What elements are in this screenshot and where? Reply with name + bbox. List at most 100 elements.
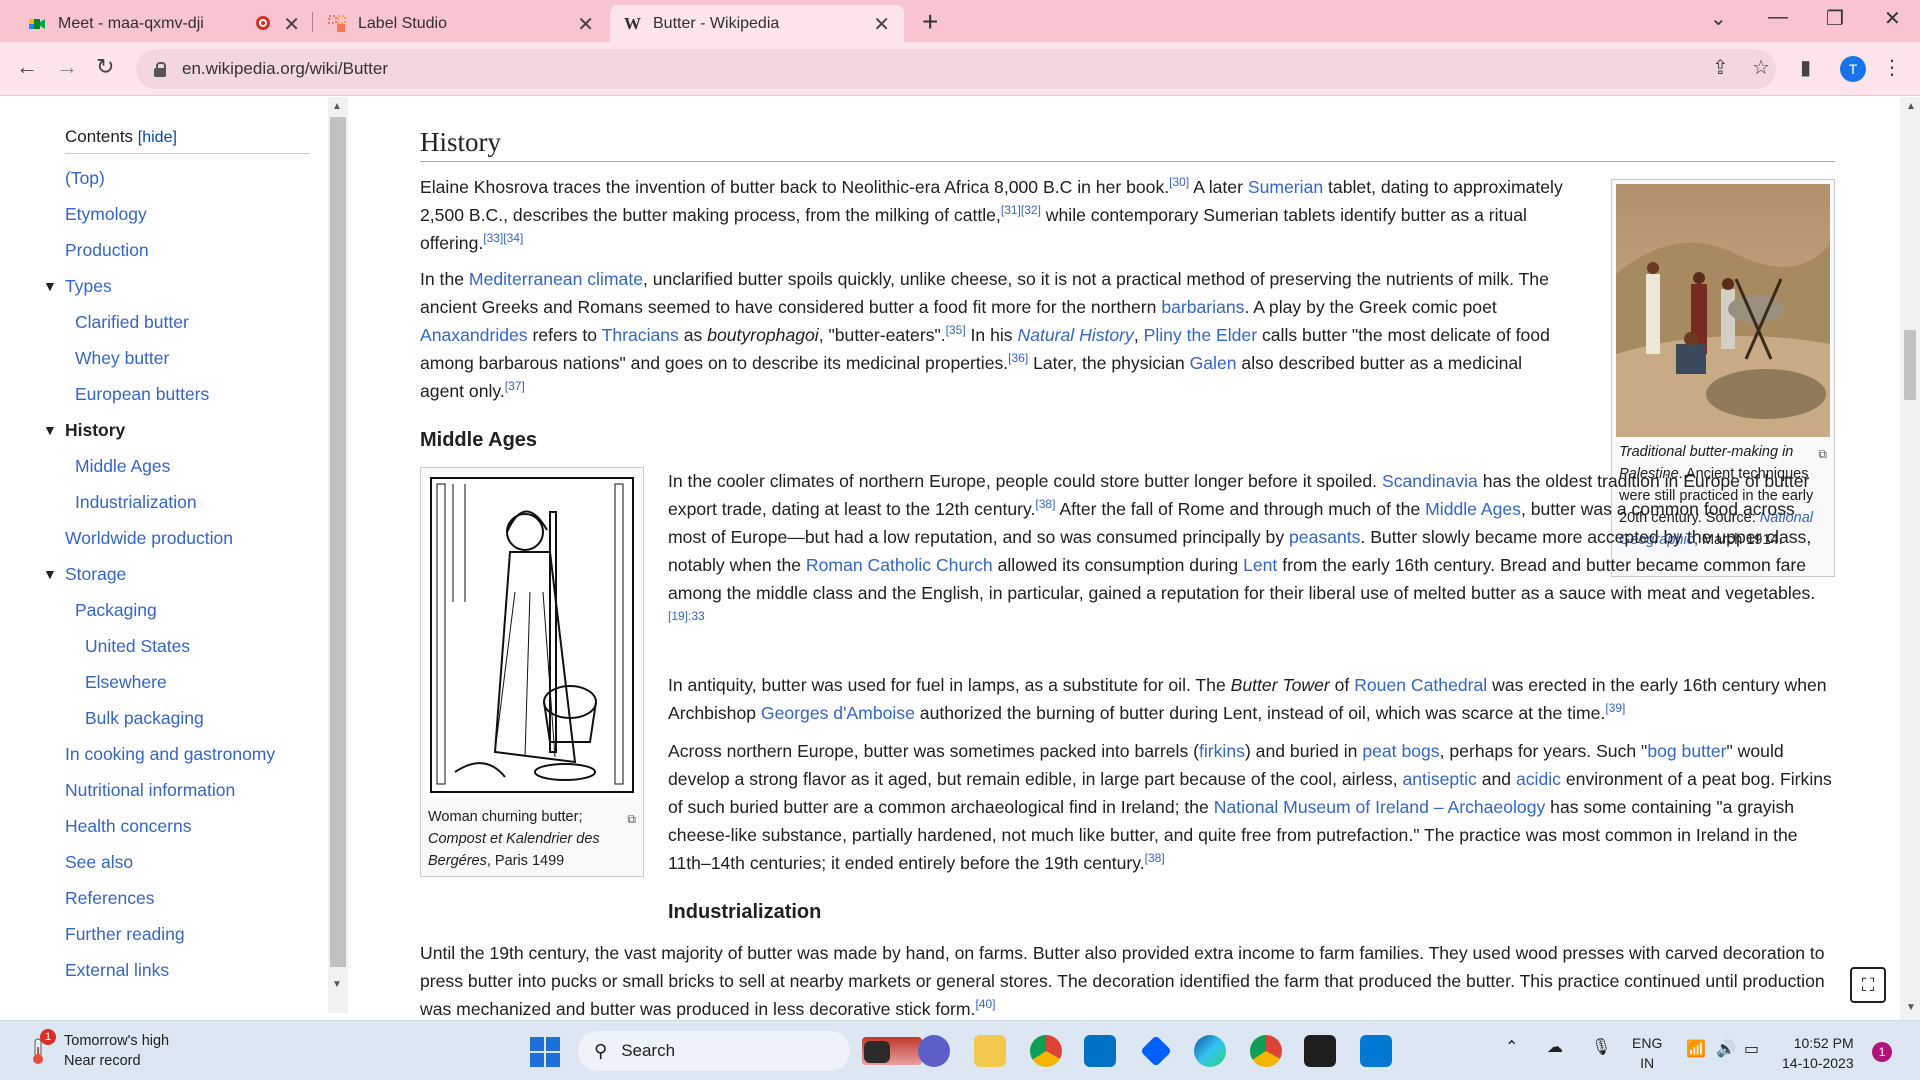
citation-37[interactable]: [37] <box>505 379 525 393</box>
terminal-icon[interactable] <box>1304 1035 1336 1067</box>
link-antiseptic[interactable]: antiseptic <box>1402 769 1476 789</box>
tab-meet[interactable]: Meet - maa-qxmv-dji ✕ <box>14 5 314 42</box>
reload-icon[interactable]: ↻ <box>96 54 114 80</box>
chevron-down-icon[interactable]: ▼ <box>43 556 57 592</box>
microphone-icon[interactable]: 🎙 <box>1591 1037 1611 1057</box>
profile-avatar[interactable]: T <box>1840 56 1866 82</box>
palestine-butter-making-image[interactable] <box>1616 184 1830 437</box>
share-icon[interactable]: ⇪ <box>1712 55 1729 80</box>
chrome-icon[interactable] <box>1030 1035 1062 1067</box>
scroll-up-arrow-icon[interactable]: ▲ <box>332 101 342 112</box>
toc-item-nutritional-information[interactable]: Nutritional information <box>65 772 310 808</box>
windows-start-icon[interactable] <box>530 1037 560 1067</box>
toc-item-health-concerns[interactable]: Health concerns <box>65 808 310 844</box>
toc-item-united-states[interactable]: United States <box>65 628 310 664</box>
link-roman-catholic-church[interactable]: Roman Catholic Church <box>806 555 993 575</box>
link-georges-damboise[interactable]: Georges d'Amboise <box>761 703 915 723</box>
scroll-up-arrow-icon[interactable]: ▲ <box>1906 101 1916 112</box>
chevron-up-icon[interactable]: ⌃ <box>1505 1037 1518 1057</box>
toc-item-whey-butter[interactable]: Whey butter <box>65 340 310 376</box>
woman-churning-butter-image[interactable] <box>425 472 639 798</box>
volume-icon[interactable]: 🔊 <box>1716 1039 1736 1059</box>
back-arrow-icon[interactable]: ← <box>16 54 38 80</box>
toc-item-worldwide-production[interactable]: Worldwide production <box>65 520 310 556</box>
link-sumerian[interactable]: Sumerian <box>1248 177 1323 197</box>
toc-item-further-reading[interactable]: Further reading <box>65 916 310 952</box>
close-tab-icon[interactable]: ✕ <box>283 12 300 37</box>
link-anaxandrides[interactable]: Anaxandrides <box>420 325 528 345</box>
link-acidic[interactable]: acidic <box>1516 769 1561 789</box>
toc-item-clarified-butter[interactable]: Clarified butter <box>65 304 310 340</box>
link-natural-history[interactable]: Natural History <box>1017 325 1133 345</box>
close-window-icon[interactable]: ✕ <box>1884 6 1901 31</box>
link-mediterranean-climate[interactable]: Mediterranean climate <box>469 269 643 289</box>
link-scandinavia[interactable]: Scandinavia <box>1382 471 1478 491</box>
link-middle-ages[interactable]: Middle Ages <box>1425 499 1521 519</box>
toc-item-external-links[interactable]: External links <box>65 952 310 988</box>
taskbar-search[interactable]: ⚲ Search <box>578 1031 850 1071</box>
minimize-icon[interactable]: — <box>1768 6 1788 29</box>
citation-35[interactable]: [35] <box>946 323 966 337</box>
close-tab-icon[interactable]: ✕ <box>873 12 890 37</box>
toc-item-storage[interactable]: ▼ Storage <box>43 556 310 592</box>
link-lent[interactable]: Lent <box>1243 555 1277 575</box>
toc-hide-link[interactable]: [hide] <box>138 129 177 146</box>
notification-badge[interactable]: 1 <box>1872 1042 1892 1062</box>
page-scrollbar-thumb[interactable] <box>1904 330 1916 400</box>
link-galen[interactable]: Galen <box>1190 353 1237 373</box>
citation-36[interactable]: [36] <box>1008 351 1028 365</box>
bookmark-star-icon[interactable]: ☆ <box>1752 55 1770 80</box>
onedrive-cloud-icon[interactable]: ☁ <box>1547 1037 1563 1057</box>
toc-item-elsewhere[interactable]: Elsewhere <box>65 664 310 700</box>
chevron-down-icon[interactable]: ▼ <box>43 412 57 448</box>
toc-item-european-butters[interactable]: European butters <box>65 376 310 412</box>
weather-widget[interactable]: 1 Tomorrow's high Near record <box>24 1029 169 1071</box>
lock-icon[interactable] <box>154 62 166 77</box>
citation-38[interactable]: [38] <box>1035 497 1055 511</box>
toc-item-middle-ages[interactable]: Middle Ages <box>65 448 310 484</box>
toc-item-industrialization[interactable]: Industrialization <box>65 484 310 520</box>
citation-30[interactable]: [30] <box>1169 175 1189 189</box>
link-firkins[interactable]: firkins <box>1199 741 1245 761</box>
toc-item-cooking[interactable]: In cooking and gastronomy <box>65 736 310 772</box>
chevron-down-icon[interactable]: ▼ <box>43 268 57 304</box>
citation-38[interactable]: [38] <box>1145 851 1165 865</box>
toc-item-bulk-packaging[interactable]: Bulk packaging <box>65 700 310 736</box>
new-tab-button[interactable]: + <box>922 6 938 38</box>
citation-39[interactable]: [39] <box>1605 701 1625 715</box>
mail-icon[interactable] <box>1084 1035 1116 1067</box>
chrome-profile-icon[interactable] <box>1250 1035 1282 1067</box>
tab-butter-wikipedia[interactable]: W Butter - Wikipedia ✕ <box>610 5 904 42</box>
page-scrollbar[interactable]: ▲ ▼ <box>1900 97 1920 1020</box>
link-bog-butter[interactable]: bog butter <box>1647 741 1726 761</box>
link-pliny-the-elder[interactable]: Pliny the Elder <box>1144 325 1257 345</box>
citation-31-32[interactable]: [31][32] <box>1001 203 1041 217</box>
scroll-down-arrow-icon[interactable]: ▼ <box>332 979 342 990</box>
tab-label-studio[interactable]: Label Studio ✕ <box>314 5 608 42</box>
language-indicator[interactable]: ENG IN <box>1632 1033 1662 1073</box>
enlarge-icon[interactable]: ⧉ <box>1818 443 1827 465</box>
address-bar[interactable]: en.wikipedia.org/wiki/Butter <box>136 49 1776 89</box>
clock[interactable]: 10:52 PM 14-10-2023 <box>1782 1033 1854 1073</box>
toc-item-packaging[interactable]: Packaging <box>65 592 310 628</box>
link-peasants[interactable]: peasants <box>1289 527 1360 547</box>
toc-scrollbar[interactable]: ▲ ▼ <box>328 97 348 1013</box>
maximize-icon[interactable]: ❐ <box>1826 6 1844 31</box>
toc-item-see-also[interactable]: See also <box>65 844 310 880</box>
edge-icon[interactable] <box>1194 1035 1226 1067</box>
close-tab-icon[interactable]: ✕ <box>577 12 594 37</box>
toc-item-types[interactable]: ▼ Types <box>43 268 310 304</box>
vscode-icon[interactable] <box>1360 1035 1392 1067</box>
task-view-icon[interactable] <box>864 1041 890 1063</box>
citation-40[interactable]: [40] <box>975 997 995 1011</box>
scroll-down-arrow-icon[interactable]: ▼ <box>1906 1002 1916 1013</box>
link-national-museum-of-ireland[interactable]: National Museum of Ireland – Archaeology <box>1214 797 1546 817</box>
toc-item-production[interactable]: Production <box>65 232 310 268</box>
link-barbarians[interactable]: barbarians <box>1161 297 1244 317</box>
toc-scrollbar-thumb[interactable] <box>330 117 346 967</box>
toc-item-references[interactable]: References <box>65 880 310 916</box>
link-peat-bogs[interactable]: peat bogs <box>1362 741 1439 761</box>
toc-item-history[interactable]: ▼ History <box>43 412 310 448</box>
dropbox-icon[interactable] <box>1140 1035 1172 1067</box>
link-thracians[interactable]: Thracians <box>602 325 679 345</box>
